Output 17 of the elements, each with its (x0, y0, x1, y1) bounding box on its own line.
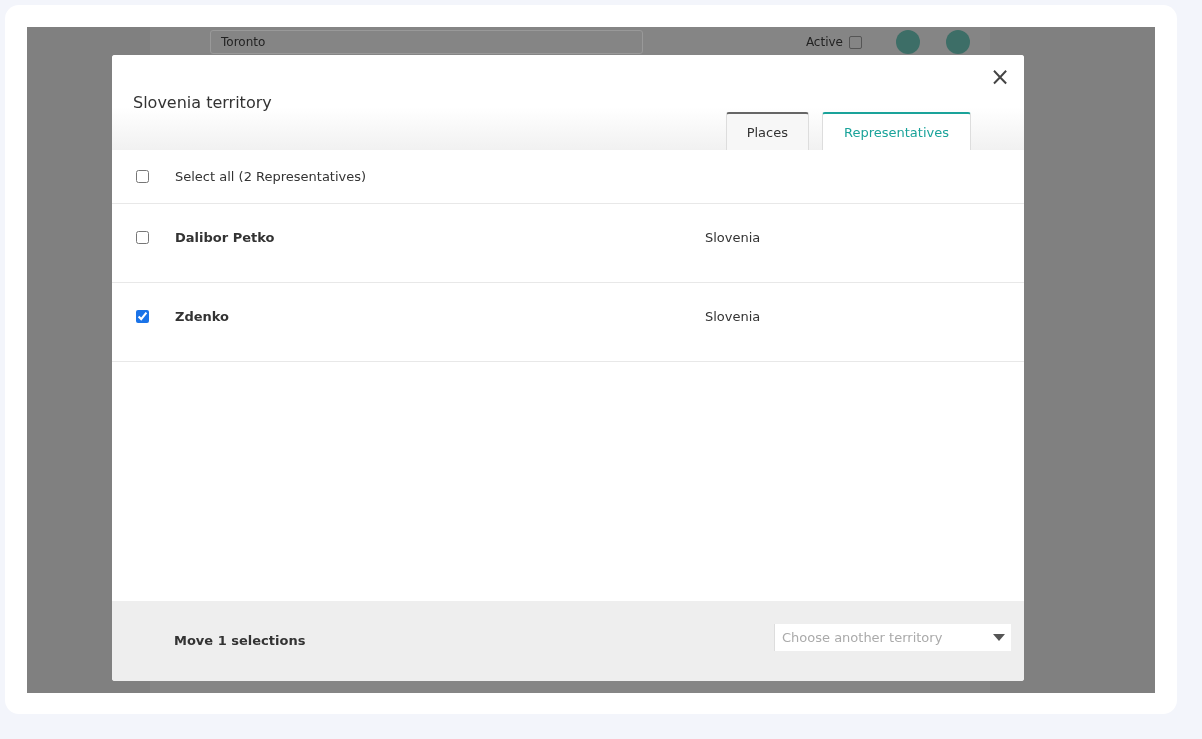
active-label: Active (805, 34, 843, 51)
representative-name: Zdenko (175, 308, 231, 326)
country-name: Slovenia (705, 229, 761, 247)
checkbox[interactable] (136, 231, 149, 244)
active-checkbox[interactable] (849, 35, 862, 49)
representative-name: Dalibor Petko (175, 229, 276, 247)
checkbox[interactable] (136, 170, 149, 183)
tab[interactable]: Places (725, 111, 809, 150)
selection-summary: Move 1 selections (174, 632, 306, 651)
country-name: Slovenia (705, 308, 761, 326)
select-all-label: Select all (2 Representatives) (175, 167, 367, 186)
territory-dropdown[interactable]: Choose another territory (774, 623, 1011, 651)
caret-icon[interactable] (993, 633, 1005, 641)
search-field[interactable]: Toronto (210, 30, 643, 54)
checkbox[interactable] (136, 310, 149, 323)
dialog-title: Slovenia territory (133, 92, 272, 114)
close-button[interactable]: × (985, 63, 1014, 91)
